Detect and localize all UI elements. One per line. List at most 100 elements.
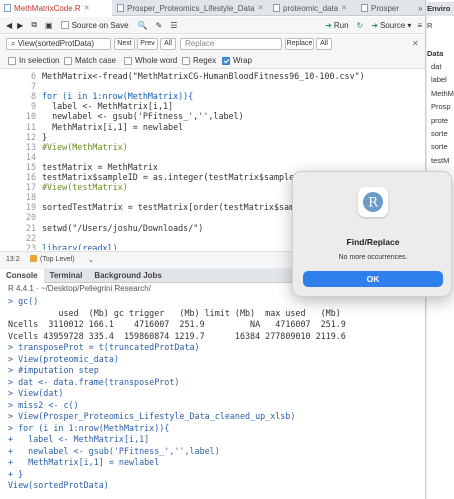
source-on-save-toggle[interactable]: Source on Save bbox=[60, 19, 129, 32]
rstudio-app-icon: R bbox=[358, 187, 388, 217]
search-icon[interactable]: 🔍 bbox=[138, 19, 148, 32]
find-replace-dialog: R Find/Replace No more occurrences. OK bbox=[292, 171, 452, 297]
tab-label: proteomic_data bbox=[283, 3, 339, 13]
tab-label: Prosper bbox=[371, 3, 400, 13]
in-selection-option[interactable]: In selection bbox=[8, 56, 59, 65]
r-file-icon bbox=[4, 4, 11, 12]
close-icon[interactable]: ✕ bbox=[341, 4, 347, 12]
source-on-save-label: Source on Save bbox=[71, 20, 129, 30]
tab-background-jobs[interactable]: Background Jobs bbox=[88, 269, 168, 283]
console-pane: Console Terminal Background Jobs R 4.4.1… bbox=[0, 269, 426, 499]
environment-item[interactable]: dat bbox=[427, 61, 454, 73]
console-line: View(sortedProtData) bbox=[8, 480, 109, 490]
console-line: Vcells 43959728 335.4 159860874 1219.7 1… bbox=[8, 330, 346, 341]
data-section-label: Data bbox=[427, 49, 444, 58]
close-icon[interactable]: ✕ bbox=[258, 4, 264, 12]
replace-button[interactable]: Replace bbox=[285, 38, 314, 50]
replace-input[interactable]: Replace bbox=[180, 38, 282, 50]
find-input[interactable]: ⌕ View(sortedProtData) bbox=[6, 38, 111, 50]
whole-word-option[interactable]: Whole word bbox=[124, 56, 177, 65]
save-icon[interactable]: ▣ bbox=[45, 19, 53, 32]
replace-all-button[interactable]: All bbox=[316, 38, 332, 50]
tab-prosper-data[interactable]: Prosper_Proteomics_Lifestyle_Data ✕ bbox=[113, 0, 268, 16]
checkbox-icon bbox=[124, 56, 132, 65]
dialog-message: No more occurrences. bbox=[338, 254, 408, 261]
option-label: Whole word bbox=[135, 56, 178, 65]
tab-console[interactable]: Console bbox=[0, 269, 44, 283]
table-icon bbox=[273, 4, 280, 12]
option-label: Regex bbox=[193, 56, 217, 65]
find-next-button[interactable]: Next bbox=[114, 38, 135, 50]
source-arrow-icon: ➜ bbox=[371, 20, 378, 30]
tab-terminal[interactable]: Terminal bbox=[44, 269, 89, 283]
scope-indicator[interactable]: (Top Level) bbox=[40, 256, 75, 263]
console-line: > transposeProt = t(truncatedProtData) bbox=[8, 342, 200, 352]
chevron-down-icon[interactable]: ⌄ bbox=[88, 256, 94, 264]
tab-prosper[interactable]: Prosper bbox=[357, 0, 417, 16]
console-line: > #imputation step bbox=[8, 365, 99, 375]
line-number: 23 bbox=[25, 242, 36, 250]
regex-option[interactable]: Regex bbox=[182, 56, 216, 65]
tab-label: Prosper_Proteomics_Lifestyle_Data bbox=[127, 3, 255, 13]
source-label: Source bbox=[379, 20, 406, 30]
console-line: > View(dat) bbox=[8, 388, 64, 398]
source-button[interactable]: ➜ Source ▾ bbox=[371, 19, 411, 32]
console-line: > miss2 <- c() bbox=[8, 399, 79, 410]
environment-item[interactable]: MethM bbox=[427, 88, 454, 100]
wand-icon[interactable]: ✎ bbox=[156, 19, 163, 32]
list-icon[interactable]: ☰ bbox=[170, 19, 177, 32]
forward-arrow-icon[interactable]: ▶ bbox=[17, 19, 23, 32]
environment-item[interactable]: label bbox=[427, 74, 454, 86]
find-all-button[interactable]: All bbox=[160, 38, 176, 50]
console-line: Ncells 3110012 166.1 4716007 251.9 NA 47… bbox=[8, 319, 346, 329]
wrap-option[interactable]: Wrap bbox=[222, 56, 252, 65]
r-env-selector[interactable]: R bbox=[427, 20, 454, 32]
tab-methmatrixcode[interactable]: MethMatrixCode.R ✕ bbox=[0, 0, 112, 16]
editor-toolbar: ◀ ▶ ⧉ ▣ Source on Save 🔍 ✎ ☰ ➜ Run ↻ ➜ S… bbox=[0, 17, 425, 34]
environment-item[interactable]: Prosp bbox=[427, 101, 454, 113]
run-label: Run bbox=[333, 20, 349, 30]
close-icon[interactable]: ✕ bbox=[412, 39, 419, 48]
console-line: > dat <- data.frame(transposeProt) bbox=[8, 376, 180, 387]
console-line: > View(Prosper_Proteomics_Lifestyle_Data… bbox=[8, 411, 296, 421]
checkbox-checked-icon bbox=[222, 56, 230, 65]
option-label: Wrap bbox=[233, 56, 252, 65]
code-text: library(readxl) bbox=[42, 242, 118, 250]
environment-item[interactable]: testM bbox=[427, 155, 454, 167]
console-line: used (Mb) gc trigger (Mb) limit (Mb) max… bbox=[8, 307, 341, 318]
run-button[interactable]: ➜ Run bbox=[325, 19, 348, 32]
run-arrow-icon: ➜ bbox=[325, 20, 332, 30]
outline-icon[interactable]: ≡ bbox=[417, 19, 422, 32]
back-arrow-icon[interactable]: ◀ bbox=[6, 19, 12, 32]
cursor-position: 13:2 bbox=[6, 256, 20, 263]
table-icon bbox=[361, 4, 368, 12]
checkbox-icon bbox=[8, 56, 16, 65]
tab-label: MethMatrixCode.R bbox=[14, 3, 81, 13]
find-prev-button[interactable]: Prev bbox=[137, 38, 158, 50]
close-icon[interactable]: ✕ bbox=[84, 4, 90, 12]
environment-item[interactable]: prote bbox=[427, 115, 454, 127]
svg-text:R: R bbox=[368, 196, 379, 211]
chevron-down-icon: ▾ bbox=[407, 20, 412, 30]
tab-overflow-icon[interactable]: » bbox=[417, 0, 425, 16]
console-line: > View(proteomic_data) bbox=[8, 353, 119, 364]
checkbox-icon bbox=[182, 56, 190, 65]
find-replace-bar: ⌕ View(sortedProtData) Next Prev All Rep… bbox=[0, 35, 425, 69]
environment-item[interactable]: sorte bbox=[427, 128, 454, 140]
option-label: Match case bbox=[75, 56, 116, 65]
console-line: > for (i in 1:nrow(MethMatrix)){ bbox=[8, 422, 170, 433]
open-in-window-icon[interactable]: ⧉ bbox=[31, 19, 37, 32]
console-line: + label <- MethMatrix[i,1] bbox=[8, 434, 150, 444]
checkbox-icon bbox=[60, 21, 69, 29]
console-line: + } bbox=[8, 468, 24, 479]
tab-proteomic-data[interactable]: proteomic_data ✕ bbox=[269, 0, 356, 16]
console-line: > gc() bbox=[8, 296, 39, 306]
rerun-icon[interactable]: ↻ bbox=[357, 19, 364, 32]
console-line: + MethMatrix[i,1] = newlabel bbox=[8, 457, 160, 467]
search-icon: ⌕ bbox=[11, 39, 18, 48]
match-case-option[interactable]: Match case bbox=[64, 56, 116, 65]
environment-item[interactable]: sorte bbox=[427, 141, 454, 153]
tab-environment[interactable]: Enviro bbox=[427, 2, 454, 16]
ok-button[interactable]: OK bbox=[303, 271, 443, 287]
option-label: In selection bbox=[19, 56, 60, 65]
